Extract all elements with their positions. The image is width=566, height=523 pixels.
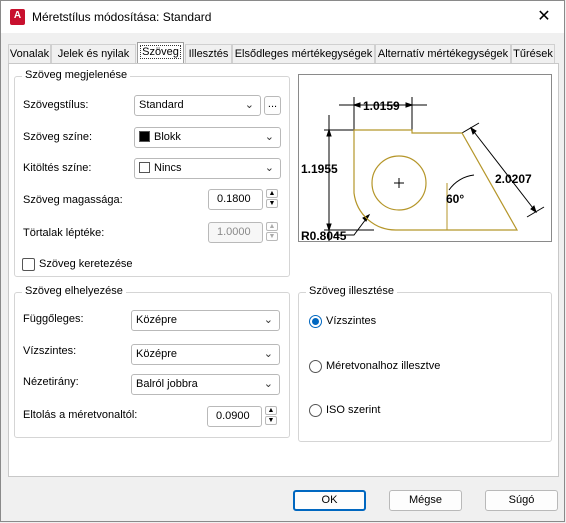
close-icon[interactable]: ✕ [534,7,554,27]
chevron-down-icon: ⌄ [264,162,274,174]
dimension-preview-drawing: 1.0159 1.1955 2.0207 60° R0.8045 [301,97,545,245]
spin-up-icon[interactable]: ▲ [266,189,278,198]
chevron-down-icon: ⌄ [263,378,273,390]
cancel-button[interactable]: Mégse [389,490,462,511]
offset-input[interactable]: 0.0900 [207,406,262,427]
text-style-label: Szövegstílus: [23,99,89,111]
horizontal-select[interactable]: Középre ⌄ [131,344,280,365]
text-style-value: Standard [139,99,184,111]
horizontal-label: Vízszintes: [23,345,77,357]
tab-alternate-units[interactable]: Alternatív mértékegységek [375,44,511,64]
preview-dim-left: 1.1955 [301,162,338,176]
text-height-spinner[interactable]: ▲ ▼ [266,189,280,210]
spin-up-icon[interactable]: ▲ [266,222,278,231]
preview-image: 1.0159 1.1955 2.0207 60° R0.8045 [298,74,552,245]
tab-text[interactable]: Szöveg [137,42,184,65]
frame-text-checkbox[interactable] [22,258,35,271]
color-swatch-black [139,131,150,142]
tab-symbols-arrows[interactable]: Jelek és nyilak [51,44,136,64]
text-placement-title: Szöveg elhelyezése [22,285,126,297]
spin-down-icon[interactable]: ▼ [266,232,278,241]
ok-button[interactable]: OK [293,490,366,511]
horizontal-value: Középre [136,348,177,360]
text-alignment-group: Szöveg illesztése Vízszintes Méretvonalh… [298,285,552,442]
color-swatch-none [139,162,150,173]
text-height-input[interactable]: 0.1800 [208,189,263,210]
chevron-down-icon: ⌄ [263,348,273,360]
text-color-label: Szöveg színe: [23,131,93,143]
chevron-down-icon: ⌄ [244,99,254,111]
fill-color-value: Nincs [154,162,182,174]
view-direction-select[interactable]: Balról jobbra ⌄ [131,374,280,395]
text-style-browse-button[interactable]: ... [264,96,281,115]
text-placement-group: Szöveg elhelyezése Függőleges: Középre ⌄… [14,285,290,438]
tab-lines[interactable]: Vonalak [8,44,51,64]
preview-dim-angle: 60° [446,192,464,206]
tab-primary-units[interactable]: Elsődleges mértékegységek [232,44,375,64]
offset-spinner[interactable]: ▲ ▼ [265,406,279,427]
text-appearance-group: Szöveg megjelenése Szövegstílus: Standar… [14,69,290,277]
dialog-window: A Méretstílus módosítása: Standard ✕ Von… [0,0,565,522]
tab-panel-text: Szöveg megjelenése Szövegstílus: Standar… [8,63,559,477]
tab-text-label: Szöveg [140,45,181,59]
preview-dim-top: 1.0159 [363,99,400,113]
text-alignment-title: Szöveg illesztése [306,285,397,297]
view-direction-label: Nézetirány: [23,376,79,388]
align-iso-radio[interactable] [309,404,322,417]
align-dimline-label: Méretvonalhoz illesztve [326,360,441,372]
spin-down-icon[interactable]: ▼ [266,199,278,208]
chevron-down-icon: ⌄ [263,314,273,326]
window-title: Méretstílus módosítása: Standard [32,10,212,24]
align-horizontal-label: Vízszintes [326,315,377,327]
frame-text-label: Szöveg keretezése [39,258,133,270]
vertical-select[interactable]: Középre ⌄ [131,310,280,331]
tab-tolerances[interactable]: Tűrések [511,44,555,64]
preview-dim-right: 2.0207 [495,172,532,186]
preview-dim-radius: R0.8045 [301,229,347,241]
text-height-label: Szöveg magassága: [23,194,123,206]
align-dimline-radio[interactable] [309,360,322,373]
chevron-down-icon: ⌄ [264,131,274,143]
spin-down-icon[interactable]: ▼ [265,416,277,425]
help-button[interactable]: Súgó [485,490,558,511]
align-iso-label: ISO szerint [326,404,381,416]
tab-fit[interactable]: Illesztés [185,44,232,64]
fraction-scale-input[interactable]: 1.0000 [208,222,263,243]
spin-up-icon[interactable]: ▲ [265,406,277,415]
autocad-app-icon: A [10,9,25,25]
offset-label: Eltolás a méretvonaltól: [23,409,138,421]
align-horizontal-radio[interactable] [309,315,322,328]
text-color-value: Blokk [154,131,181,143]
text-appearance-title: Szöveg megjelenése [22,69,131,81]
text-style-select[interactable]: Standard ⌄ [134,95,261,116]
text-color-select[interactable]: Blokk ⌄ [134,127,281,148]
fraction-scale-spinner[interactable]: ▲ ▼ [266,222,280,243]
view-direction-value: Balról jobbra [136,378,198,390]
vertical-label: Függőleges: [23,313,84,325]
fraction-scale-label: Törtalak léptéke: [23,227,105,239]
title-bar: A Méretstílus módosítása: Standard ✕ [1,1,564,33]
fill-color-select[interactable]: Nincs ⌄ [134,158,281,179]
vertical-value: Középre [136,314,177,326]
fill-color-label: Kitöltés színe: [23,162,92,174]
